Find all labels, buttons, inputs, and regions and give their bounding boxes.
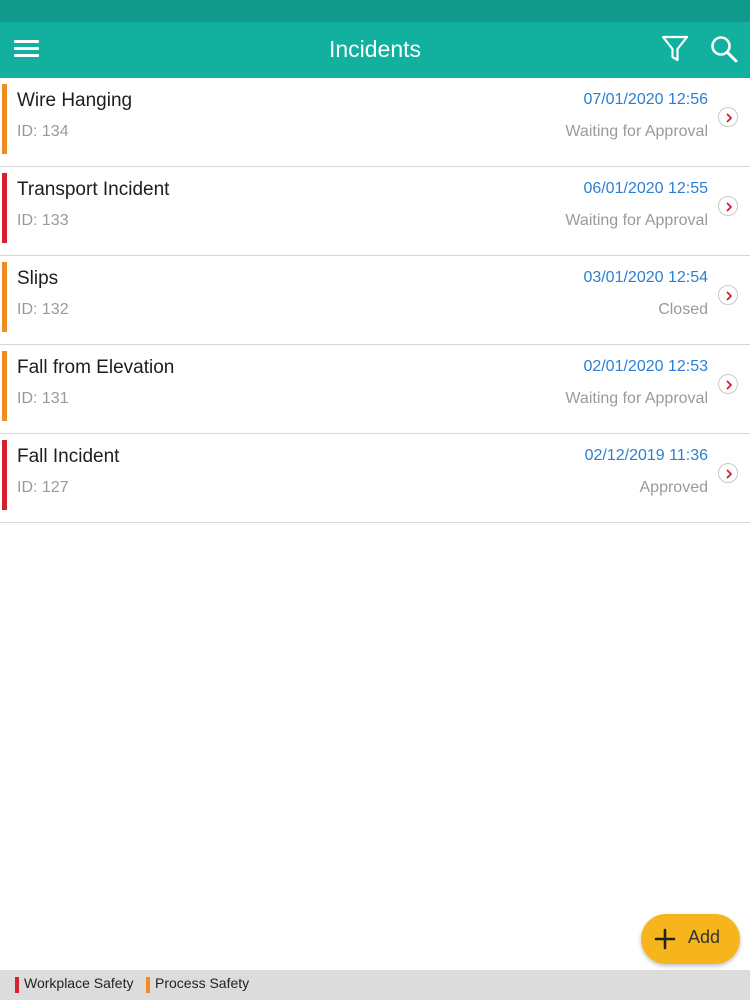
incident-id: ID: 127 (17, 479, 69, 496)
incident-name: Transport Incident (17, 179, 170, 200)
chevron-right-icon[interactable] (718, 374, 738, 394)
incident-list: Wire Hanging ID: 134 07/01/2020 12:56 Wa… (0, 78, 750, 523)
filter-icon[interactable] (660, 34, 690, 64)
incident-status: Closed (658, 301, 708, 318)
list-item[interactable]: Wire Hanging ID: 134 07/01/2020 12:56 Wa… (0, 78, 750, 167)
status-bar (0, 0, 750, 22)
incident-date: 07/01/2020 12:56 (583, 91, 708, 108)
incident-date: 06/01/2020 12:55 (583, 180, 708, 197)
add-button[interactable]: Add (641, 914, 740, 964)
incident-status: Approved (639, 479, 709, 496)
incident-id: ID: 131 (17, 390, 69, 407)
list-item[interactable]: Transport Incident ID: 133 06/01/2020 12… (0, 167, 750, 256)
chevron-right-icon[interactable] (718, 285, 738, 305)
plus-icon (654, 928, 676, 955)
incident-date: 02/01/2020 12:53 (583, 358, 708, 375)
chevron-right-icon[interactable] (718, 463, 738, 483)
list-item[interactable]: Slips ID: 132 03/01/2020 12:54 Closed (0, 256, 750, 345)
incident-name: Fall from Elevation (17, 357, 175, 378)
incident-date: 03/01/2020 12:54 (583, 269, 708, 286)
category-indicator (2, 173, 7, 243)
category-legend: Workplace Safety Process Safety (0, 970, 750, 1000)
add-button-label: Add (688, 927, 721, 947)
incident-status: Waiting for Approval (565, 390, 708, 407)
app-header: Incidents (0, 22, 750, 78)
incident-name: Wire Hanging (17, 90, 133, 111)
search-icon[interactable] (709, 34, 739, 64)
incident-name: Fall Incident (17, 446, 120, 467)
legend-label: Workplace Safety (24, 975, 134, 991)
incident-status: Waiting for Approval (565, 123, 708, 140)
incident-id: ID: 133 (17, 212, 69, 229)
incident-date: 02/12/2019 11:36 (584, 447, 708, 464)
category-indicator (2, 84, 7, 154)
category-indicator (2, 351, 7, 421)
chevron-right-icon[interactable] (718, 107, 738, 127)
list-item[interactable]: Fall Incident ID: 127 02/12/2019 11:36 A… (0, 434, 750, 523)
hamburger-menu-icon[interactable] (14, 38, 40, 60)
legend-swatch-workplace (15, 977, 19, 993)
legend-label: Process Safety (155, 975, 250, 991)
incident-id: ID: 134 (17, 123, 69, 140)
list-item[interactable]: Fall from Elevation ID: 131 02/01/2020 1… (0, 345, 750, 434)
category-indicator (2, 262, 7, 332)
incident-status: Waiting for Approval (565, 212, 708, 229)
incident-id: ID: 132 (17, 301, 69, 318)
incident-name: Slips (17, 268, 59, 289)
legend-swatch-process (146, 977, 150, 993)
chevron-right-icon[interactable] (718, 196, 738, 216)
page-title: Incidents (328, 36, 422, 62)
category-indicator (2, 440, 7, 510)
